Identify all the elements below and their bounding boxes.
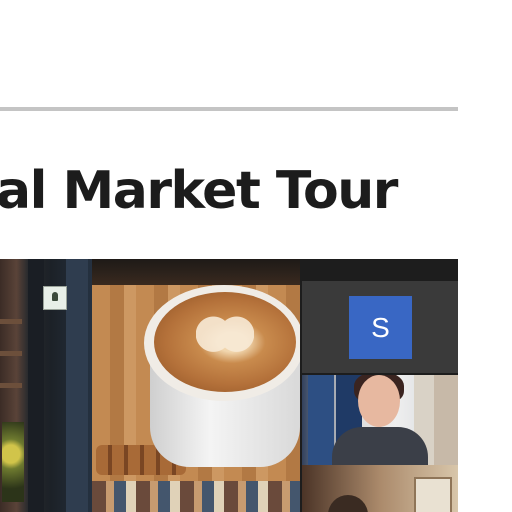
participant-tile-room[interactable] xyxy=(302,465,458,512)
participant-head xyxy=(328,495,368,512)
section-divider xyxy=(0,107,458,111)
video-tile-market-stall[interactable] xyxy=(92,481,300,512)
latte-art-heart xyxy=(196,315,254,363)
video-tile-market-shop[interactable] xyxy=(0,259,92,512)
page-title: al Market Tour xyxy=(0,161,398,221)
shop-sign-icon xyxy=(43,286,67,310)
participant-avatar: S xyxy=(349,296,412,359)
participant-face xyxy=(358,375,400,427)
wall-frame xyxy=(414,477,452,512)
participant-tile-s[interactable]: S xyxy=(302,281,458,373)
video-call-grid: S xyxy=(0,259,458,512)
video-tile-latte[interactable] xyxy=(92,259,300,481)
participant-tile-woman[interactable] xyxy=(302,375,458,465)
